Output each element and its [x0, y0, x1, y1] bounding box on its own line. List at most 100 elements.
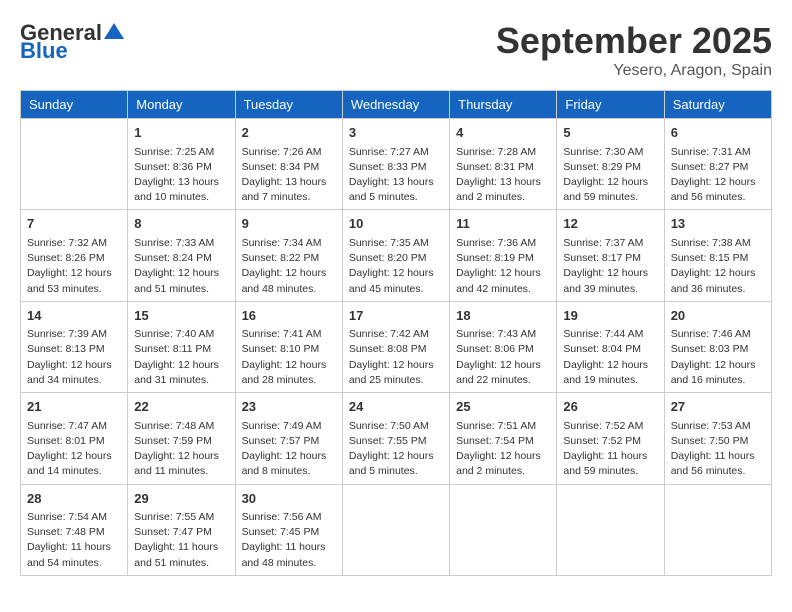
- day-number: 16: [242, 306, 336, 326]
- calendar-cell: 27Sunrise: 7:53 AMSunset: 7:50 PMDayligh…: [664, 393, 771, 484]
- day-number: 25: [456, 397, 550, 417]
- weekday-header: Wednesday: [342, 91, 449, 119]
- calendar-cell: [557, 484, 664, 575]
- weekday-header: Friday: [557, 91, 664, 119]
- day-number: 19: [563, 306, 657, 326]
- day-info: Sunrise: 7:38 AMSunset: 8:15 PMDaylight:…: [671, 236, 765, 297]
- calendar-cell: 4Sunrise: 7:28 AMSunset: 8:31 PMDaylight…: [450, 119, 557, 210]
- day-info: Sunrise: 7:36 AMSunset: 8:19 PMDaylight:…: [456, 236, 550, 297]
- day-number: 17: [349, 306, 443, 326]
- calendar-cell: 11Sunrise: 7:36 AMSunset: 8:19 PMDayligh…: [450, 210, 557, 301]
- day-number: 1: [134, 123, 228, 143]
- calendar-cell: 5Sunrise: 7:30 AMSunset: 8:29 PMDaylight…: [557, 119, 664, 210]
- calendar-cell: 7Sunrise: 7:32 AMSunset: 8:26 PMDaylight…: [21, 210, 128, 301]
- calendar-cell: 30Sunrise: 7:56 AMSunset: 7:45 PMDayligh…: [235, 484, 342, 575]
- calendar-table: SundayMondayTuesdayWednesdayThursdayFrid…: [20, 90, 772, 576]
- calendar-cell: 3Sunrise: 7:27 AMSunset: 8:33 PMDaylight…: [342, 119, 449, 210]
- logo: General Blue: [20, 20, 124, 64]
- day-number: 6: [671, 123, 765, 143]
- day-info: Sunrise: 7:53 AMSunset: 7:50 PMDaylight:…: [671, 419, 765, 480]
- logo-blue-text: Blue: [20, 38, 68, 64]
- calendar-cell: 29Sunrise: 7:55 AMSunset: 7:47 PMDayligh…: [128, 484, 235, 575]
- calendar-cell: 20Sunrise: 7:46 AMSunset: 8:03 PMDayligh…: [664, 301, 771, 392]
- day-number: 30: [242, 489, 336, 509]
- day-info: Sunrise: 7:37 AMSunset: 8:17 PMDaylight:…: [563, 236, 657, 297]
- page-header: General Blue September 2025 Yesero, Arag…: [20, 20, 772, 80]
- weekday-header: Tuesday: [235, 91, 342, 119]
- day-info: Sunrise: 7:42 AMSunset: 8:08 PMDaylight:…: [349, 327, 443, 388]
- day-number: 15: [134, 306, 228, 326]
- calendar-cell: 14Sunrise: 7:39 AMSunset: 8:13 PMDayligh…: [21, 301, 128, 392]
- day-number: 4: [456, 123, 550, 143]
- calendar-header-row: SundayMondayTuesdayWednesdayThursdayFrid…: [21, 91, 772, 119]
- calendar-week-row: 7Sunrise: 7:32 AMSunset: 8:26 PMDaylight…: [21, 210, 772, 301]
- day-info: Sunrise: 7:35 AMSunset: 8:20 PMDaylight:…: [349, 236, 443, 297]
- calendar-cell: 9Sunrise: 7:34 AMSunset: 8:22 PMDaylight…: [235, 210, 342, 301]
- day-number: 7: [27, 214, 121, 234]
- day-number: 20: [671, 306, 765, 326]
- day-info: Sunrise: 7:34 AMSunset: 8:22 PMDaylight:…: [242, 236, 336, 297]
- day-info: Sunrise: 7:54 AMSunset: 7:48 PMDaylight:…: [27, 510, 121, 571]
- day-number: 3: [349, 123, 443, 143]
- calendar-cell: 26Sunrise: 7:52 AMSunset: 7:52 PMDayligh…: [557, 393, 664, 484]
- weekday-header: Monday: [128, 91, 235, 119]
- day-info: Sunrise: 7:26 AMSunset: 8:34 PMDaylight:…: [242, 145, 336, 206]
- day-info: Sunrise: 7:40 AMSunset: 8:11 PMDaylight:…: [134, 327, 228, 388]
- location-text: Yesero, Aragon, Spain: [496, 62, 772, 80]
- day-number: 5: [563, 123, 657, 143]
- day-info: Sunrise: 7:39 AMSunset: 8:13 PMDaylight:…: [27, 327, 121, 388]
- logo-icon: [104, 21, 124, 41]
- day-number: 26: [563, 397, 657, 417]
- day-info: Sunrise: 7:48 AMSunset: 7:59 PMDaylight:…: [134, 419, 228, 480]
- day-number: 2: [242, 123, 336, 143]
- calendar-cell: 10Sunrise: 7:35 AMSunset: 8:20 PMDayligh…: [342, 210, 449, 301]
- day-info: Sunrise: 7:49 AMSunset: 7:57 PMDaylight:…: [242, 419, 336, 480]
- day-number: 12: [563, 214, 657, 234]
- day-number: 23: [242, 397, 336, 417]
- day-info: Sunrise: 7:32 AMSunset: 8:26 PMDaylight:…: [27, 236, 121, 297]
- day-number: 24: [349, 397, 443, 417]
- calendar-cell: 2Sunrise: 7:26 AMSunset: 8:34 PMDaylight…: [235, 119, 342, 210]
- day-number: 10: [349, 214, 443, 234]
- month-title: September 2025: [496, 20, 772, 62]
- day-info: Sunrise: 7:43 AMSunset: 8:06 PMDaylight:…: [456, 327, 550, 388]
- day-number: 18: [456, 306, 550, 326]
- day-info: Sunrise: 7:27 AMSunset: 8:33 PMDaylight:…: [349, 145, 443, 206]
- calendar-cell: [450, 484, 557, 575]
- calendar-cell: 24Sunrise: 7:50 AMSunset: 7:55 PMDayligh…: [342, 393, 449, 484]
- calendar-cell: 19Sunrise: 7:44 AMSunset: 8:04 PMDayligh…: [557, 301, 664, 392]
- day-number: 11: [456, 214, 550, 234]
- calendar-cell: [664, 484, 771, 575]
- calendar-cell: 15Sunrise: 7:40 AMSunset: 8:11 PMDayligh…: [128, 301, 235, 392]
- calendar-cell: 17Sunrise: 7:42 AMSunset: 8:08 PMDayligh…: [342, 301, 449, 392]
- weekday-header: Thursday: [450, 91, 557, 119]
- day-info: Sunrise: 7:50 AMSunset: 7:55 PMDaylight:…: [349, 419, 443, 480]
- calendar-week-row: 14Sunrise: 7:39 AMSunset: 8:13 PMDayligh…: [21, 301, 772, 392]
- calendar-cell: 8Sunrise: 7:33 AMSunset: 8:24 PMDaylight…: [128, 210, 235, 301]
- day-info: Sunrise: 7:33 AMSunset: 8:24 PMDaylight:…: [134, 236, 228, 297]
- day-info: Sunrise: 7:30 AMSunset: 8:29 PMDaylight:…: [563, 145, 657, 206]
- weekday-header: Saturday: [664, 91, 771, 119]
- day-info: Sunrise: 7:52 AMSunset: 7:52 PMDaylight:…: [563, 419, 657, 480]
- day-number: 14: [27, 306, 121, 326]
- day-number: 28: [27, 489, 121, 509]
- day-info: Sunrise: 7:41 AMSunset: 8:10 PMDaylight:…: [242, 327, 336, 388]
- day-info: Sunrise: 7:47 AMSunset: 8:01 PMDaylight:…: [27, 419, 121, 480]
- day-info: Sunrise: 7:44 AMSunset: 8:04 PMDaylight:…: [563, 327, 657, 388]
- day-info: Sunrise: 7:51 AMSunset: 7:54 PMDaylight:…: [456, 419, 550, 480]
- day-info: Sunrise: 7:56 AMSunset: 7:45 PMDaylight:…: [242, 510, 336, 571]
- header-right: September 2025 Yesero, Aragon, Spain: [496, 20, 772, 80]
- calendar-cell: [342, 484, 449, 575]
- calendar-week-row: 28Sunrise: 7:54 AMSunset: 7:48 PMDayligh…: [21, 484, 772, 575]
- calendar-week-row: 21Sunrise: 7:47 AMSunset: 8:01 PMDayligh…: [21, 393, 772, 484]
- calendar-cell: 1Sunrise: 7:25 AMSunset: 8:36 PMDaylight…: [128, 119, 235, 210]
- day-number: 27: [671, 397, 765, 417]
- calendar-cell: 16Sunrise: 7:41 AMSunset: 8:10 PMDayligh…: [235, 301, 342, 392]
- day-number: 13: [671, 214, 765, 234]
- calendar-cell: [21, 119, 128, 210]
- day-number: 21: [27, 397, 121, 417]
- day-info: Sunrise: 7:55 AMSunset: 7:47 PMDaylight:…: [134, 510, 228, 571]
- calendar-cell: 21Sunrise: 7:47 AMSunset: 8:01 PMDayligh…: [21, 393, 128, 484]
- calendar-cell: 23Sunrise: 7:49 AMSunset: 7:57 PMDayligh…: [235, 393, 342, 484]
- calendar-cell: 28Sunrise: 7:54 AMSunset: 7:48 PMDayligh…: [21, 484, 128, 575]
